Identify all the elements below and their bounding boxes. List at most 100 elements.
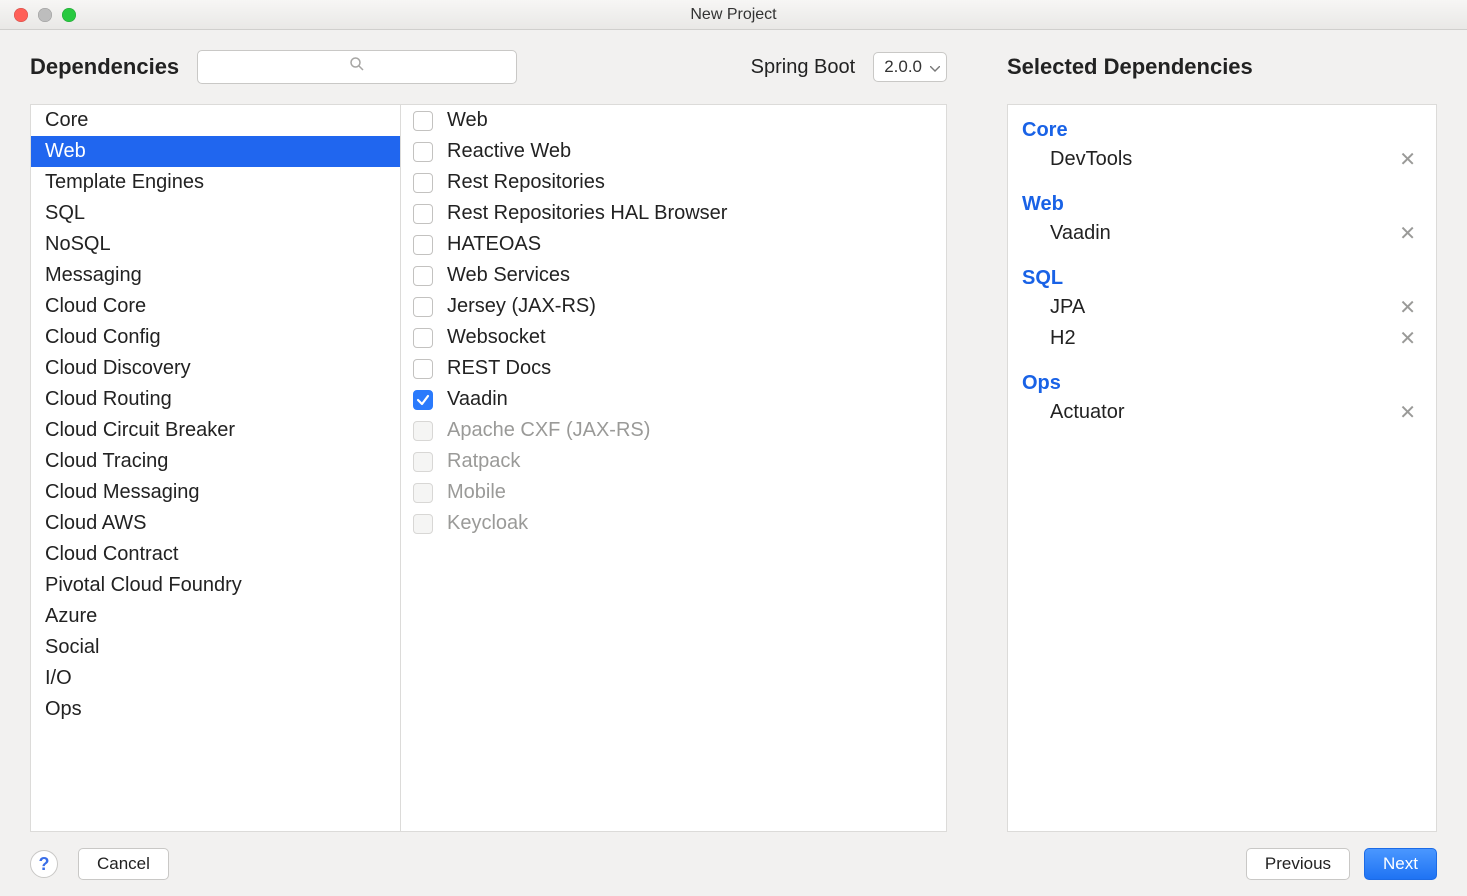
dependency-item[interactable]: HATEOAS [401,229,946,260]
dependency-item[interactable]: REST Docs [401,353,946,384]
dependency-checkbox[interactable] [413,390,433,410]
dependency-list[interactable]: Web Reactive Web Rest Repositories Rest Rep… [400,104,947,832]
dependency-item: Mobile [401,477,946,508]
selected-dependencies-header: Selected Dependencies [1007,54,1437,80]
dependency-item: Apache CXF (JAX-RS) [401,415,946,446]
content-area: Dependencies Spring Boot 2.0.0 [0,30,1467,832]
category-item[interactable]: Cloud Tracing [31,446,400,477]
selected-item-label: Vaadin [1050,222,1111,245]
next-button[interactable]: Next [1364,848,1437,880]
selected-item: H2✕ [1014,323,1430,354]
dependency-label: Rest Repositories [447,171,605,194]
dependency-label: HATEOAS [447,233,541,256]
category-item[interactable]: Social [31,632,400,663]
selected-group-title: SQL [1014,263,1430,292]
window: New Project Dependencies Spring Boot 2.0… [0,0,1467,896]
dependency-item[interactable]: Vaadin [401,384,946,415]
category-item[interactable]: Cloud Messaging [31,477,400,508]
top-row: Dependencies Spring Boot 2.0.0 [30,50,1437,84]
category-item[interactable]: Core [31,105,400,136]
dependency-label: Jersey (JAX-RS) [447,295,596,318]
window-title: New Project [0,6,1467,24]
cancel-button[interactable]: Cancel [78,848,169,880]
category-item[interactable]: Web [31,136,400,167]
category-item[interactable]: Cloud AWS [31,508,400,539]
footer-right: Previous Next [1246,848,1437,880]
dependency-checkbox[interactable] [413,142,433,162]
chevron-down-icon [930,57,940,77]
dependency-label: REST Docs [447,357,551,380]
category-item[interactable]: NoSQL [31,229,400,260]
dependency-checkbox[interactable] [413,173,433,193]
dependency-label: Web Services [447,264,570,287]
remove-icon[interactable]: ✕ [1399,329,1416,349]
search-icon [348,55,366,79]
dependency-checkbox [413,452,433,472]
titlebar: New Project [0,0,1467,30]
remove-icon[interactable]: ✕ [1399,150,1416,170]
dependency-checkbox[interactable] [413,359,433,379]
category-item[interactable]: Ops [31,694,400,725]
dependency-item[interactable]: Reactive Web [401,136,946,167]
help-button[interactable]: ? [30,850,58,878]
category-item[interactable]: Template Engines [31,167,400,198]
dependency-checkbox[interactable] [413,204,433,224]
category-item[interactable]: Cloud Config [31,322,400,353]
previous-button[interactable]: Previous [1246,848,1350,880]
dependencies-header: Dependencies Spring Boot 2.0.0 [30,50,947,84]
selected-item-label: JPA [1050,296,1085,319]
dependency-item[interactable]: Rest Repositories HAL Browser [401,198,946,229]
dependency-checkbox[interactable] [413,111,433,131]
dependency-checkbox [413,421,433,441]
dependency-checkbox[interactable] [413,297,433,317]
remove-icon[interactable]: ✕ [1399,224,1416,244]
main-grid: CoreWebTemplate EnginesSQLNoSQLMessaging… [30,104,1437,832]
category-item[interactable]: Messaging [31,260,400,291]
category-item[interactable]: I/O [31,663,400,694]
footer: ? Cancel Previous Next [0,832,1467,896]
dependency-item[interactable]: Web Services [401,260,946,291]
remove-icon[interactable]: ✕ [1399,298,1416,318]
dependency-item: Keycloak [401,508,946,539]
selected-group-title: Core [1014,115,1430,144]
dependency-label: Websocket [447,326,546,349]
dependency-checkbox [413,483,433,503]
category-item[interactable]: Cloud Contract [31,539,400,570]
selected-item: JPA ✕ [1014,292,1430,323]
dependency-label: Keycloak [447,512,528,535]
category-list[interactable]: CoreWebTemplate EnginesSQLNoSQLMessaging… [30,104,400,832]
category-item[interactable]: SQL [31,198,400,229]
dependency-checkbox[interactable] [413,328,433,348]
dependency-checkbox[interactable] [413,266,433,286]
dependency-label: Rest Repositories HAL Browser [447,202,727,225]
remove-icon[interactable]: ✕ [1399,403,1416,423]
category-item[interactable]: Cloud Discovery [31,353,400,384]
selected-item-label: DevTools [1050,148,1132,171]
category-item[interactable]: Cloud Circuit Breaker [31,415,400,446]
dependency-item[interactable]: Websocket [401,322,946,353]
dependency-item[interactable]: Rest Repositories [401,167,946,198]
selected-group-title: Web [1014,189,1430,218]
dependency-item[interactable]: Web [401,105,946,136]
dependencies-label: Dependencies [30,54,179,80]
search-input[interactable] [197,50,517,84]
dependency-checkbox [413,514,433,534]
selected-dependencies-panel: CoreDevTools✕WebVaadin✕SQLJPA✕H2✕OpsActu… [1007,104,1437,832]
dependency-label: Reactive Web [447,140,571,163]
selected-group-title: Ops [1014,368,1430,397]
spring-boot-version-value: 2.0.0 [884,57,922,77]
selected-item: DevTools ✕ [1014,144,1430,175]
category-item[interactable]: Cloud Core [31,291,400,322]
dependency-checkbox[interactable] [413,235,433,255]
selected-item-label: Actuator [1050,401,1124,424]
spring-boot-version-select[interactable]: 2.0.0 [873,52,947,82]
selected-dependencies-label: Selected Dependencies [1007,54,1253,80]
dependency-label: Mobile [447,481,506,504]
category-item[interactable]: Cloud Routing [31,384,400,415]
left-panels: CoreWebTemplate EnginesSQLNoSQLMessaging… [30,104,947,832]
category-item[interactable]: Azure [31,601,400,632]
dependency-item[interactable]: Jersey (JAX-RS) [401,291,946,322]
dependency-label: Vaadin [447,388,508,411]
category-item[interactable]: Pivotal Cloud Foundry [31,570,400,601]
dependency-label: Web [447,109,488,132]
